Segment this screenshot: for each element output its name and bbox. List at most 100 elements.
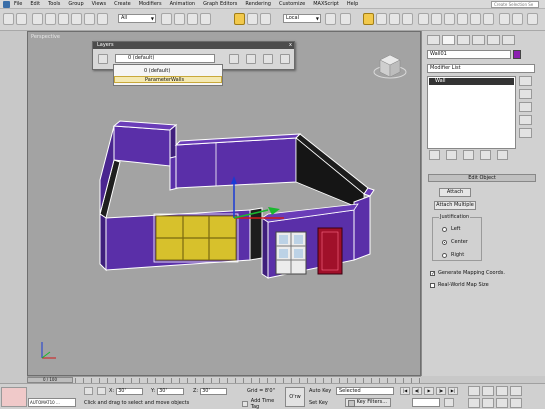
menu-maxscript[interactable]: MAXScript (313, 1, 339, 7)
real-world-map-checkbox[interactable]: Real-World Map Size (430, 282, 489, 288)
mirror-icon[interactable] (418, 13, 429, 25)
align-icon[interactable] (431, 13, 442, 25)
modify-tab-icon[interactable] (442, 35, 455, 45)
previous-frame-icon[interactable]: ◀| (412, 387, 422, 395)
set-key-big-button[interactable]: O'rw (285, 387, 305, 407)
attach-multiple-button[interactable]: Attach Multiple (434, 201, 476, 210)
unknown-tool-icon[interactable] (97, 13, 108, 25)
layer-dropdown-list[interactable]: 0 (default) ParameterWalls (113, 64, 223, 86)
menu-customize[interactable]: Customize (279, 1, 305, 7)
justification-right-radio[interactable]: Right (442, 252, 464, 258)
create-layer-icon[interactable] (229, 54, 239, 64)
add-time-tag[interactable]: Add Time Tag (242, 398, 282, 409)
scale-icon[interactable] (260, 13, 271, 25)
selection-set-input[interactable]: Create Selection Se (491, 1, 539, 8)
select-icon[interactable] (71, 13, 82, 25)
render-setup-icon[interactable] (499, 13, 510, 25)
menu-group[interactable]: Group (68, 1, 83, 7)
render-frame-icon[interactable] (512, 13, 523, 25)
show-end-result-icon[interactable] (446, 150, 457, 160)
menu-tools[interactable]: Tools (48, 1, 60, 7)
menu-help[interactable]: Help (347, 1, 358, 7)
material-editor-icon[interactable] (483, 13, 494, 25)
absolute-mode-icon[interactable] (97, 387, 106, 395)
wall-object[interactable] (99, 120, 375, 279)
menu-graph-editors[interactable]: Graph Editors (203, 1, 237, 7)
modifier-stack[interactable]: Wall (427, 76, 516, 149)
stack-item-wall[interactable]: Wall (429, 78, 514, 85)
attach-button[interactable]: Attach (439, 188, 471, 197)
menu-edit[interactable]: Edit (30, 1, 40, 7)
white-window[interactable] (275, 231, 307, 275)
add-to-layer-icon[interactable] (246, 54, 256, 64)
schematic-icon[interactable] (470, 13, 481, 25)
snap-icon[interactable] (363, 13, 374, 25)
orbit-icon[interactable] (496, 398, 508, 408)
unlink-icon[interactable] (45, 13, 56, 25)
justification-center-radio[interactable]: Center (442, 239, 468, 245)
layer-manager-icon[interactable] (444, 13, 455, 25)
select-object-icon[interactable] (161, 13, 172, 25)
redo-icon[interactable] (16, 13, 27, 25)
select-by-name-icon[interactable] (84, 13, 95, 25)
menu-file[interactable]: File (14, 1, 22, 7)
edit-object-rollout-header[interactable]: Edit Object (428, 174, 536, 182)
remove-modifier-icon[interactable] (480, 150, 491, 160)
pivot-icon[interactable] (325, 13, 336, 25)
modifier-list-select[interactable]: Modifier List (427, 64, 535, 73)
lock-selection-icon[interactable] (84, 387, 93, 395)
object-name-field[interactable]: Wall01 (427, 50, 511, 59)
current-layer-select[interactable]: 0 (default) (115, 54, 215, 63)
zoom-extents-all-icon[interactable] (510, 386, 522, 396)
window-crossing-icon[interactable] (200, 13, 211, 25)
z-coordinate[interactable]: Z: 30' (193, 387, 228, 395)
key-filters-button[interactable]: Key Filters... (345, 398, 391, 407)
layer-list-icon[interactable] (98, 54, 108, 64)
rotate-icon[interactable] (247, 13, 258, 25)
maxscript-mini-input[interactable]: AUTOMAT10 ... (28, 398, 76, 407)
stack-side-button[interactable] (519, 115, 532, 125)
zoom-all-icon[interactable] (482, 386, 494, 396)
window-frame[interactable] (153, 213, 239, 263)
motion-tab-icon[interactable] (472, 35, 485, 45)
make-unique-icon[interactable] (463, 150, 474, 160)
spinner-snap-icon[interactable] (402, 13, 413, 25)
x-coordinate[interactable]: X: 30' (109, 387, 144, 395)
selection-filter-select[interactable]: All ▼ (118, 14, 156, 23)
rect-select-icon[interactable] (187, 13, 198, 25)
move-icon[interactable] (234, 13, 245, 25)
current-frame-field[interactable] (412, 398, 440, 407)
maximize-viewport-icon[interactable] (510, 398, 522, 408)
render-icon[interactable] (527, 13, 538, 25)
utilities-tab-icon[interactable] (502, 35, 515, 45)
display-tab-icon[interactable] (487, 35, 500, 45)
menu-animation[interactable]: Animation (170, 1, 196, 7)
stack-side-button[interactable] (519, 76, 532, 86)
field-of-view-icon[interactable] (468, 398, 480, 408)
select-layer-icon[interactable] (263, 54, 273, 64)
justification-left-radio[interactable]: Left (442, 226, 460, 232)
set-current-layer-icon[interactable] (280, 54, 290, 64)
create-tab-icon[interactable] (427, 35, 440, 45)
link-icon[interactable] (32, 13, 43, 25)
angle-snap-icon[interactable] (376, 13, 387, 25)
percent-snap-icon[interactable] (389, 13, 400, 25)
y-coordinate[interactable]: Y: 30' (151, 387, 185, 395)
go-to-end-icon[interactable]: ▶| (448, 387, 458, 395)
auto-key-button[interactable]: Auto Key (309, 388, 331, 394)
stack-side-button[interactable] (519, 102, 532, 112)
next-frame-icon[interactable]: |▶ (436, 387, 446, 395)
stack-side-button[interactable] (519, 128, 532, 138)
scene-canvas[interactable] (28, 32, 421, 376)
reference-coord-select[interactable]: Local ▼ (283, 14, 321, 23)
go-to-start-icon[interactable]: |◀ (400, 387, 410, 395)
menu-create[interactable]: Create (114, 1, 131, 7)
layers-title-bar[interactable]: Layers x (93, 42, 294, 49)
configure-modifier-sets-icon[interactable] (497, 150, 508, 160)
pin-stack-icon[interactable] (429, 150, 440, 160)
object-color-swatch[interactable] (513, 50, 521, 59)
hierarchy-tab-icon[interactable] (457, 35, 470, 45)
layer-row-default[interactable]: 0 (default) (114, 68, 222, 75)
keyboard-shortcut-icon[interactable] (340, 13, 351, 25)
bind-icon[interactable] (58, 13, 69, 25)
